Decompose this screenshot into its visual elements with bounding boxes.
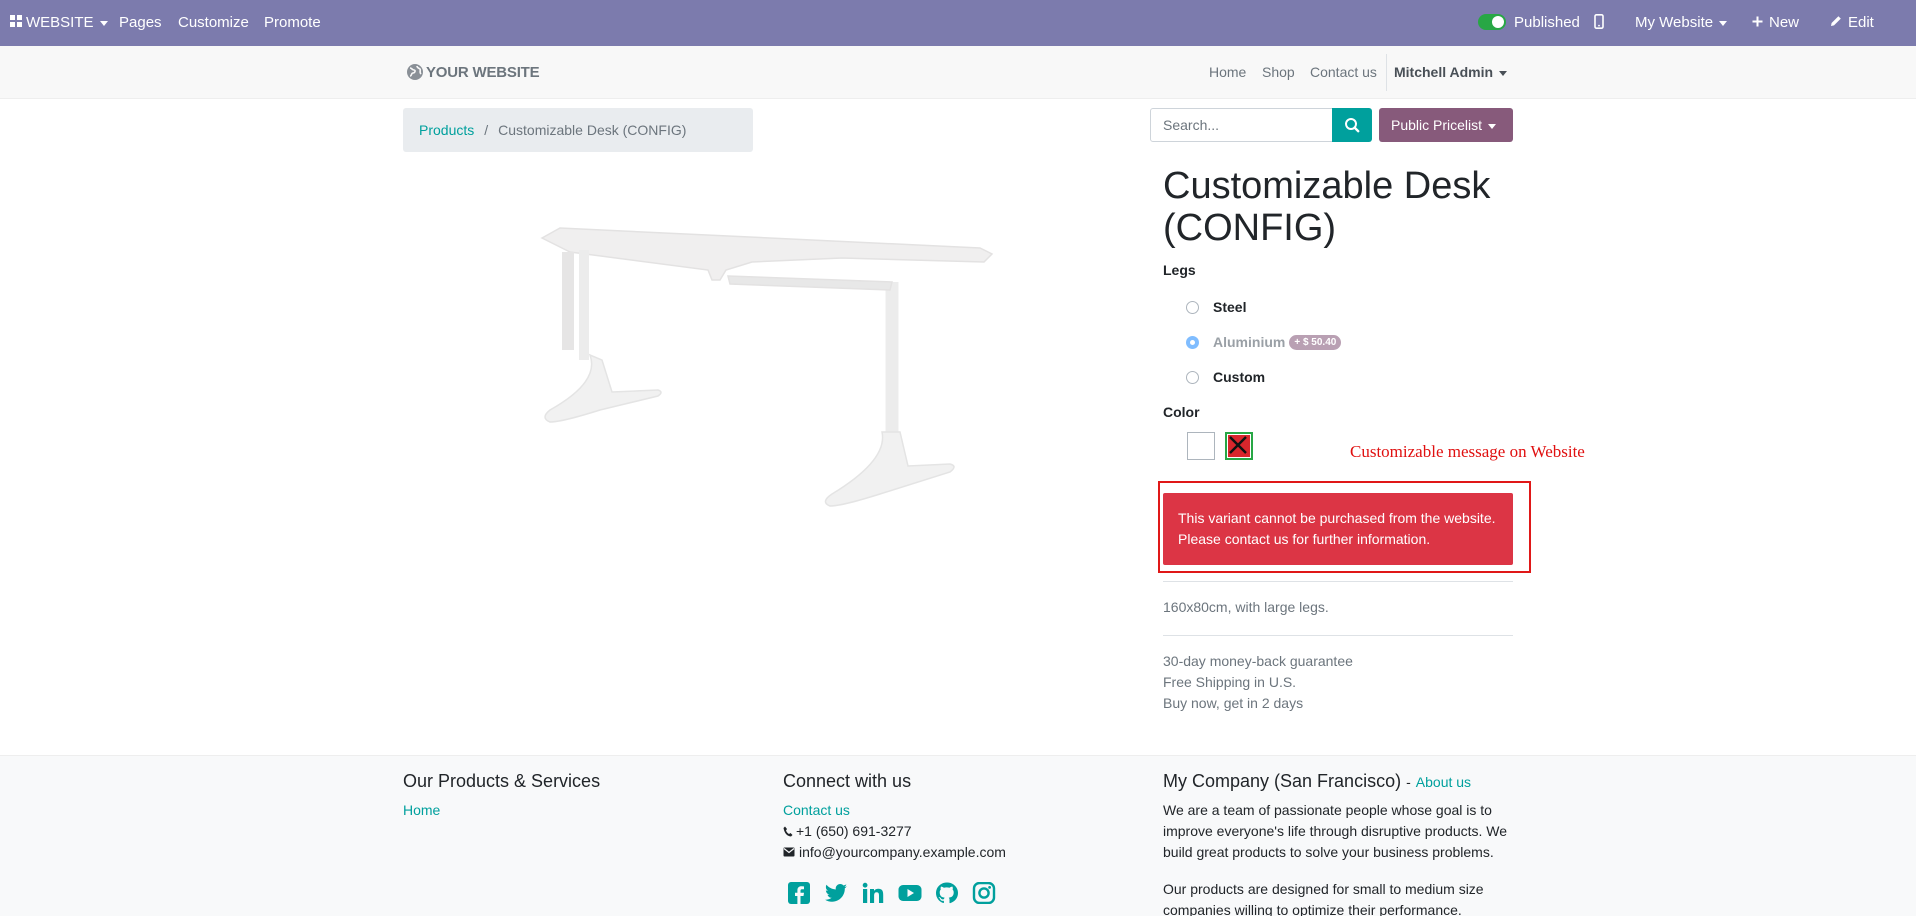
website-menu-label: WEBSITE: [26, 14, 94, 31]
radio-button[interactable]: [1186, 300, 1199, 314]
pricelist-dropdown[interactable]: Public Pricelist: [1379, 108, 1513, 142]
chevron-down-icon: [99, 20, 108, 26]
color-label: Color: [1163, 404, 1200, 420]
option-label: Custom: [1213, 369, 1266, 385]
footer-home-link[interactable]: Home: [403, 802, 440, 818]
toggle-switch-icon: [1478, 14, 1506, 31]
pages-menu[interactable]: Pages: [119, 0, 162, 46]
instagram-icon[interactable]: [972, 882, 996, 904]
footer-email: info@yourcompany.example.com: [783, 844, 1006, 860]
footer-company-description: We are a team of passionate people whose…: [1163, 802, 1508, 860]
product-image: [540, 227, 994, 507]
chevron-down-icon: [1499, 70, 1508, 76]
color-swatch-white[interactable]: [1187, 432, 1215, 460]
guarantee-item: Free Shipping in U.S.: [1163, 674, 1297, 690]
nav-shop[interactable]: Shop: [1262, 46, 1295, 99]
option-label: Aluminium: [1213, 334, 1286, 350]
color-swatch-red-selected[interactable]: [1225, 432, 1253, 460]
promote-menu[interactable]: Promote: [264, 0, 321, 46]
warning-line-1: This variant cannot be purchased from th…: [1178, 510, 1496, 526]
divider: [1163, 581, 1513, 582]
price-extra-badge: + $ 50.40: [1289, 334, 1342, 350]
phone-icon: [783, 826, 793, 837]
facebook-icon[interactable]: [787, 882, 811, 904]
edit-label: Edit: [1848, 14, 1874, 31]
product-description: 160x80cm, with large legs.: [1163, 599, 1329, 615]
search-button[interactable]: [1332, 108, 1372, 142]
nav-home[interactable]: Home: [1209, 46, 1246, 99]
edit-button[interactable]: Edit: [1818, 0, 1874, 46]
nav-divider: [1386, 54, 1387, 91]
my-website-menu[interactable]: My Website: [1635, 0, 1728, 46]
admin-bar: WEBSITE Pages Customize Promote Publishe…: [0, 0, 1916, 46]
email-address[interactable]: info@yourcompany.example.com: [799, 844, 1006, 860]
footer-about-link[interactable]: About us: [1416, 774, 1471, 790]
chevron-down-icon: [1488, 123, 1497, 129]
option-label: Steel: [1213, 299, 1247, 315]
legs-option-steel[interactable]: Steel: [1186, 296, 1246, 318]
divider: [1163, 635, 1513, 636]
search-icon: [1345, 118, 1360, 133]
footer-connect-title: Connect with us: [783, 771, 912, 791]
radio-button-selected[interactable]: [1186, 335, 1199, 349]
breadcrumb: Products / Customizable Desk (CONFIG): [403, 108, 753, 152]
warning-line-2: Please contact us for further informatio…: [1178, 531, 1431, 547]
phone-number: +1 (650) 691-3277: [796, 823, 912, 839]
published-toggle[interactable]: Published: [1478, 0, 1580, 46]
footer-phone: +1 (650) 691-3277: [783, 823, 912, 839]
website-menu[interactable]: WEBSITE: [10, 0, 108, 46]
search-input[interactable]: [1150, 108, 1333, 142]
mobile-preview-button[interactable]: [1594, 0, 1604, 46]
guarantee-item: 30-day money-back guarantee: [1163, 653, 1353, 669]
logo-text: YOUR WEBSITE: [426, 64, 540, 81]
legs-option-custom[interactable]: Custom: [1186, 366, 1265, 388]
youtube-icon[interactable]: [898, 882, 922, 904]
breadcrumb-products-link[interactable]: Products: [419, 122, 474, 138]
color-swatch-fill: [1228, 435, 1250, 457]
my-website-label: My Website: [1635, 14, 1714, 31]
new-button[interactable]: New: [1752, 0, 1799, 46]
published-label: Published: [1514, 14, 1580, 31]
nav-contact-us[interactable]: Contact us: [1310, 46, 1377, 99]
unavailable-warning: This variant cannot be purchased from th…: [1163, 493, 1513, 565]
footer-contact-link[interactable]: Contact us: [783, 802, 850, 818]
footer-company: My Company (San Francisco) - About us: [1163, 771, 1471, 792]
legs-label: Legs: [1163, 262, 1196, 278]
breadcrumb-separator: /: [484, 122, 489, 138]
mobile-icon: [1594, 13, 1604, 29]
footer-products-title: Our Products & Services: [403, 771, 601, 791]
footer-company-title: My Company (San Francisco): [1163, 771, 1402, 791]
guarantee-list: 30-day money-back guarantee Free Shippin…: [1163, 651, 1353, 714]
apps-grid-icon: [10, 15, 22, 28]
site-logo[interactable]: YOUR WEBSITE: [406, 62, 540, 84]
globe-icon: [407, 64, 423, 81]
radio-button[interactable]: [1186, 370, 1199, 384]
product-title: Customizable Desk (CONFIG): [1163, 165, 1491, 249]
chevron-down-icon: [1719, 20, 1728, 26]
unavailable-cross-icon: [1229, 436, 1247, 454]
linkedin-icon[interactable]: [861, 882, 885, 904]
user-menu[interactable]: Mitchell Admin: [1394, 46, 1508, 99]
user-name: Mitchell Admin: [1394, 64, 1494, 80]
site-header: YOUR WEBSITE Home Shop Contact us Mitche…: [0, 46, 1916, 99]
annotation-text: Customizable message on Website: [1350, 442, 1585, 461]
breadcrumb-current: Customizable Desk (CONFIG): [498, 122, 687, 138]
guarantee-item: Buy now, get in 2 days: [1163, 695, 1304, 711]
pricelist-label: Public Pricelist: [1391, 117, 1483, 133]
twitter-icon[interactable]: [824, 882, 848, 904]
github-icon[interactable]: [935, 882, 959, 904]
footer-company-products: Our products are designed for small to m…: [1163, 881, 1484, 916]
plus-icon: [1752, 16, 1763, 27]
envelope-icon: [783, 847, 795, 857]
footer-company-separator: -: [1406, 774, 1411, 790]
legs-option-aluminium[interactable]: Aluminium + $ 50.40: [1186, 331, 1342, 353]
new-label: New: [1769, 14, 1800, 31]
customize-menu[interactable]: Customize: [178, 0, 249, 46]
pencil-icon: [1831, 16, 1841, 27]
